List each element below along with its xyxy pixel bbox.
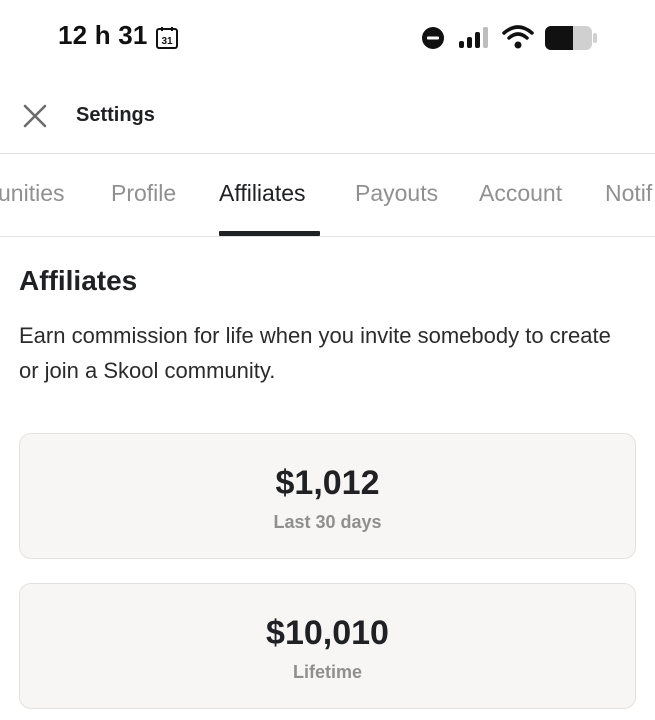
- stat-label: Lifetime: [292, 662, 362, 682]
- app-header: Settings: [0, 76, 655, 154]
- active-tab-indicator: [219, 231, 320, 236]
- header-title: Settings: [76, 104, 155, 126]
- status-bar: 12 h 31 31: [0, 0, 655, 76]
- tab-payouts[interactable]: Payouts: [355, 180, 438, 207]
- tab-affiliates[interactable]: Affiliates: [219, 180, 306, 207]
- stat-card-lifetime: $10,010 Lifetime: [19, 583, 636, 709]
- tab-notifications[interactable]: Notif: [605, 180, 652, 207]
- settings-screen: 12 h 31 31 Settings unities Profile Affi…: [0, 0, 655, 720]
- close-icon[interactable]: [22, 103, 48, 129]
- stat-value: $10,010: [266, 614, 389, 652]
- section-title: Affiliates: [19, 265, 138, 296]
- calendar-icon: 31: [156, 27, 178, 49]
- battery-icon: [545, 26, 597, 50]
- status-time: 12 h 31: [58, 20, 148, 50]
- stat-card-last-30-days: $1,012 Last 30 days: [19, 433, 636, 559]
- signal-icon: [459, 27, 488, 48]
- section-description: Earn commission for life when you invite…: [19, 323, 611, 383]
- tab-account[interactable]: Account: [479, 180, 562, 207]
- settings-tabs: unities Profile Affiliates Payouts Accou…: [0, 154, 655, 237]
- tab-communities[interactable]: unities: [0, 180, 64, 207]
- calendar-day: 31: [161, 36, 173, 47]
- wifi-icon: [502, 25, 534, 49]
- stat-label: Last 30 days: [273, 512, 382, 532]
- tab-profile[interactable]: Profile: [111, 180, 176, 207]
- do-not-disturb-icon: [422, 27, 444, 49]
- stat-value: $1,012: [275, 464, 380, 502]
